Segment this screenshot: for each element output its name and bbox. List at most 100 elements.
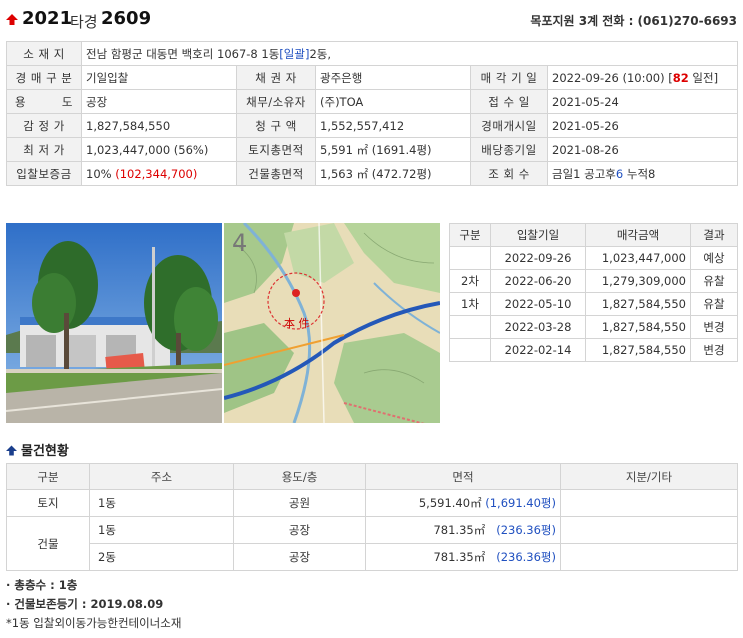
goods-use: 공장 [233, 516, 366, 544]
row-6: 입찰보증금 10% (102,344,700) 건물총면적 1,563 ㎡ (4… [6, 161, 738, 186]
map-marker-label: 本 件 [284, 316, 310, 330]
goods-address: 1동 [89, 516, 234, 544]
note-building-registration: · 건물보존등기 : 2019.08.09 [6, 597, 164, 611]
value-appraisal: 1,827,584,550 [81, 113, 237, 138]
label-claim: 청 구 액 [236, 113, 316, 138]
row-4: 감 정 가 1,827,584,550 청 구 액 1,552,557,412 … [6, 113, 738, 138]
history-row: 2022-02-14 1,827,584,550 변경 [449, 338, 738, 362]
goods-header-area: 면적 [365, 463, 561, 490]
history-date: 2022-03-28 [490, 315, 586, 339]
goods-header-address: 주소 [89, 463, 234, 490]
history-date: 2022-02-14 [490, 338, 586, 362]
history-date: 2022-05-10 [490, 292, 586, 316]
history-result: 변경 [690, 315, 738, 339]
goods-address: 2동 [89, 543, 234, 571]
note-total-floors: · 총층수 : 1층 [6, 578, 78, 592]
history-amount: 1,827,584,550 [585, 292, 691, 316]
property-photo-image [6, 223, 222, 423]
history-row: 2022-09-26 1,023,447,000 예상 [449, 246, 738, 270]
history-date: 2022-09-26 [490, 246, 586, 270]
label-dividend-deadline: 배당종기일 [470, 137, 548, 162]
label-views: 조 회 수 [470, 161, 548, 186]
history-result: 변경 [690, 338, 738, 362]
value-creditor: 광주은행 [315, 65, 471, 90]
label-start-date: 경매개시일 [470, 113, 548, 138]
goods-kind: 건물 [6, 516, 90, 571]
label-building-area: 건물총면적 [236, 161, 316, 186]
label-appraisal: 감 정 가 [6, 113, 82, 138]
label-usage: 용 도 [6, 89, 82, 114]
history-amount: 1,279,309,000 [585, 269, 691, 293]
map-page-number: 4 [232, 229, 247, 257]
history-round: 1차 [449, 292, 491, 316]
label-received: 접 수 일 [470, 89, 548, 114]
goods-share [560, 489, 738, 517]
case-header: 2021 타경 2609 목포지원 3계 전화 : (061)270-6693 [6, 6, 737, 34]
goods-row-building: 건물 1동 공장 781.35㎡ (236.36평) [6, 516, 738, 571]
goods-use: 공원 [233, 489, 366, 517]
history-result: 유찰 [690, 292, 738, 316]
history-row: 2022-03-28 1,827,584,550 변경 [449, 315, 738, 339]
history-amount: 1,827,584,550 [585, 315, 691, 339]
history-round [449, 246, 491, 270]
row-2: 경 매 구 분 기일입찰 채 권 자 광주은행 매 각 기 일 2022-09-… [6, 65, 738, 90]
case-info-table: 소 재 지 전남 함평군 대동면 백호리 1067-8 1동[일괄]2동, 경 … [6, 41, 738, 186]
goods-area: 781.35㎡ (236.36평) [365, 516, 561, 544]
case-type: 타경 [70, 13, 98, 31]
bid-history-table: 구분 입찰기일 매각금액 결과 2022-09-26 1,023,447,000… [449, 223, 738, 362]
bulk-link[interactable]: [일괄] [279, 47, 309, 61]
value-views: 금일1 공고후6 누적8 [547, 161, 738, 186]
label-land-area: 토지총면적 [236, 137, 316, 162]
value-claim: 1,552,557,412 [315, 113, 471, 138]
history-result: 예상 [690, 246, 738, 270]
goods-area: 781.35㎡ (236.36평) [365, 543, 561, 571]
row-location: 소 재 지 전남 함평군 대동면 백호리 1067-8 1동[일괄]2동, [6, 41, 738, 66]
goods-address: 1동 [89, 489, 234, 517]
d-day-count: 82 [672, 70, 689, 85]
goods-share [560, 516, 738, 544]
history-header-amount: 매각금액 [585, 223, 691, 247]
label-auction-type: 경 매 구 분 [6, 65, 82, 90]
history-result: 유찰 [690, 269, 738, 293]
label-minimum: 최 저 가 [6, 137, 82, 162]
history-header-date: 입찰기일 [490, 223, 586, 247]
value-usage: 공장 [81, 89, 237, 114]
value-auction-type: 기일입찰 [81, 65, 237, 90]
goods-header-use: 용도/층 [233, 463, 366, 490]
label-debtor-owner: 채무/소유자 [236, 89, 316, 114]
deposit-amount: (102,344,700) [115, 166, 198, 181]
goods-table: 구분 주소 용도/층 면적 지분/기타 토지 1동 공원 5,591.40㎡ (… [6, 463, 738, 571]
history-row: 1차 2022-05-10 1,827,584,550 유찰 [449, 292, 738, 316]
goods-section-title: 물건현황 [6, 440, 69, 459]
value-deposit: 10% (102,344,700) [81, 161, 237, 186]
history-header-round: 구분 [449, 223, 491, 247]
value-minimum: 1,023,447,000 (56%) [81, 137, 237, 162]
goods-header-kind: 구분 [6, 463, 90, 490]
history-header-result: 결과 [690, 223, 738, 247]
goods-kind: 토지 [6, 489, 90, 517]
history-round [449, 338, 491, 362]
label-sale-date: 매 각 기 일 [470, 65, 548, 90]
value-debtor-owner: (주)TOA [315, 89, 471, 114]
location-map[interactable]: 4 本 件 [224, 223, 440, 423]
goods-row-land: 토지 1동 공원 5,591.40㎡ (1,691.40평) [6, 489, 738, 517]
value-building-area: 1,563 ㎡ (472.72평) [315, 161, 471, 186]
court-info: 목포지원 3계 전화 : (061)270-6693 [530, 14, 737, 28]
goods-notes: · 총층수 : 1층 · 건물보존등기 : 2019.08.09 *1동 입찰외… [6, 576, 181, 633]
value-received: 2021-05-24 [547, 89, 738, 114]
blue-up-arrow-icon [6, 445, 17, 456]
goods-row-building: 2동 공장 781.35㎡ (236.36평) [7, 543, 738, 571]
history-date: 2022-06-20 [490, 269, 586, 293]
property-photo[interactable] [6, 223, 222, 423]
goods-header-share: 지분/기타 [560, 463, 738, 490]
location-map-image: 4 本 件 [224, 223, 440, 423]
goods-area: 5,591.40㎡ (1,691.40평) [365, 489, 561, 517]
case-year: 2021 [22, 8, 73, 29]
value-dividend-deadline: 2021-08-26 [547, 137, 738, 162]
history-amount: 1,023,447,000 [585, 246, 691, 270]
history-amount: 1,827,584,550 [585, 338, 691, 362]
history-round: 2차 [449, 269, 491, 293]
history-round [449, 315, 491, 339]
value-location: 전남 함평군 대동면 백호리 1067-8 1동[일괄]2동, [81, 41, 738, 66]
label-location: 소 재 지 [6, 41, 82, 66]
